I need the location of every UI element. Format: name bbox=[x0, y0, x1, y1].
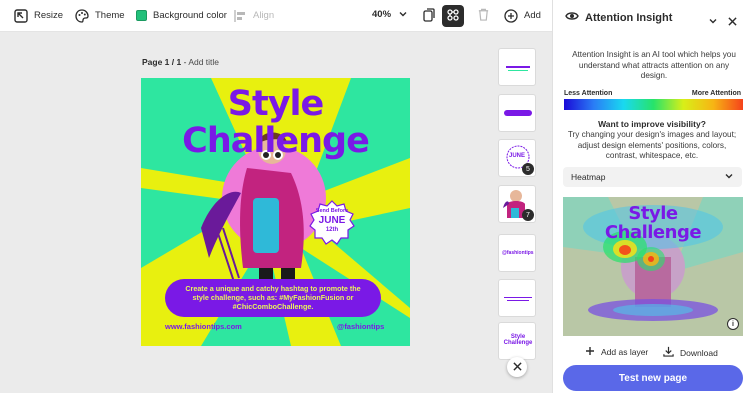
add-as-layer-label: Add as layer bbox=[601, 347, 649, 357]
plus-icon bbox=[585, 346, 595, 358]
add-button[interactable]: Add bbox=[504, 0, 541, 32]
badge-day: 12th bbox=[325, 226, 339, 233]
heatmap-title-line-2: Challenge bbox=[604, 222, 702, 243]
background-color-swatch bbox=[136, 10, 147, 21]
top-toolbar: Resize Theme Background color Align 40% bbox=[0, 0, 552, 32]
panel-collapse-chevron-icon[interactable] bbox=[708, 13, 718, 31]
panel-close-icon[interactable] bbox=[728, 13, 737, 31]
heatmap-title-line-1: Style bbox=[628, 203, 678, 224]
thumbnail-2[interactable] bbox=[498, 94, 536, 132]
poster-promo-text: Create a unique and catchy hashtag to pr… bbox=[165, 279, 381, 317]
theme-button[interactable]: Theme bbox=[75, 0, 125, 32]
thumbnail-3-badge: 5 bbox=[522, 163, 534, 175]
align-button[interactable]: Align bbox=[233, 0, 274, 32]
align-icon bbox=[233, 9, 247, 23]
date-badge-text: Send Before JUNE 12th bbox=[309, 208, 355, 233]
download-button[interactable]: Download bbox=[663, 346, 718, 359]
poster-website: www.fashiontips.com bbox=[165, 322, 242, 331]
add-as-layer-button[interactable]: Add as layer bbox=[585, 346, 648, 358]
add-title-link[interactable]: Add title bbox=[188, 57, 219, 67]
thumbnail-3[interactable]: JUNE 5 bbox=[498, 139, 536, 177]
thumbnail-7-text: Style Challenge bbox=[503, 334, 533, 346]
info-icon[interactable]: i bbox=[727, 318, 739, 330]
badge-send-before: Send Before bbox=[315, 208, 349, 214]
thumbnail-1[interactable] bbox=[498, 48, 536, 86]
page-number: Page 1 / 1 bbox=[142, 57, 182, 67]
resize-icon bbox=[14, 8, 28, 23]
attention-insight-panel: Attention Insight Attention Insight is a… bbox=[552, 0, 750, 393]
palette-icon bbox=[75, 8, 89, 23]
delete-button[interactable] bbox=[472, 5, 494, 27]
page-label[interactable]: Page 1 / 1 - Add title bbox=[142, 57, 219, 67]
view-mode-value: Heatmap bbox=[571, 172, 606, 182]
thumbnail-4-badge: 7 bbox=[522, 209, 534, 221]
addons-button[interactable] bbox=[442, 5, 464, 27]
resize-button[interactable]: Resize bbox=[14, 0, 63, 32]
thumbnail-5-text: @fashiontips bbox=[502, 250, 534, 256]
less-attention-label: Less Attention bbox=[564, 90, 613, 97]
close-icon bbox=[512, 358, 522, 376]
background-color-label: Background color bbox=[153, 10, 227, 21]
pages-button[interactable] bbox=[418, 5, 440, 27]
panel-description: Attention Insight is an AI tool which he… bbox=[572, 50, 736, 81]
poster-headline-line-1: Style bbox=[227, 84, 325, 124]
addons-icon bbox=[446, 8, 460, 25]
panel-header: Attention Insight bbox=[565, 10, 672, 25]
eye-icon bbox=[565, 10, 579, 25]
poster-design[interactable]: Style Challenge Send Before JUNE 12th Cr… bbox=[141, 78, 410, 346]
view-mode-select[interactable]: Heatmap bbox=[563, 167, 742, 187]
thumbnail-5[interactable]: @fashiontips bbox=[498, 234, 536, 272]
thumbnail-7[interactable]: Style Challenge bbox=[498, 322, 536, 360]
theme-label: Theme bbox=[95, 10, 125, 21]
thumbnail-3-text: JUNE bbox=[509, 153, 526, 159]
trash-icon bbox=[477, 8, 490, 24]
test-new-page-button[interactable]: Test new page bbox=[563, 365, 743, 391]
plus-circle-icon bbox=[504, 8, 518, 23]
improve-body: Try changing your design's images and la… bbox=[567, 130, 737, 161]
pages-icon bbox=[422, 7, 436, 25]
resize-label: Resize bbox=[34, 10, 64, 21]
zoom-level[interactable]: 40% bbox=[372, 9, 391, 20]
badge-month: JUNE bbox=[318, 214, 346, 226]
attention-gradient-scale bbox=[564, 99, 743, 110]
thumbnail-6[interactable] bbox=[498, 279, 536, 317]
poster-handle: @fashiontips bbox=[337, 322, 385, 331]
thumbnail-4[interactable]: 7 bbox=[498, 185, 536, 223]
poster-headline-line-2: Challenge bbox=[182, 121, 370, 161]
select-chevron-icon bbox=[724, 171, 734, 183]
align-label: Align bbox=[253, 10, 275, 21]
add-label: Add bbox=[524, 10, 541, 21]
download-icon bbox=[663, 346, 674, 359]
close-thumbnails-button[interactable] bbox=[507, 357, 527, 377]
heatmap-preview: Style Challenge i bbox=[563, 197, 743, 336]
panel-title: Attention Insight bbox=[585, 11, 673, 24]
zoom-chevron-icon[interactable] bbox=[398, 9, 408, 22]
background-color-button[interactable]: Background color bbox=[136, 0, 227, 32]
download-label: Download bbox=[680, 347, 718, 358]
improve-title: Want to improve visibility? bbox=[598, 119, 706, 129]
more-attention-label: More Attention bbox=[691, 90, 741, 97]
